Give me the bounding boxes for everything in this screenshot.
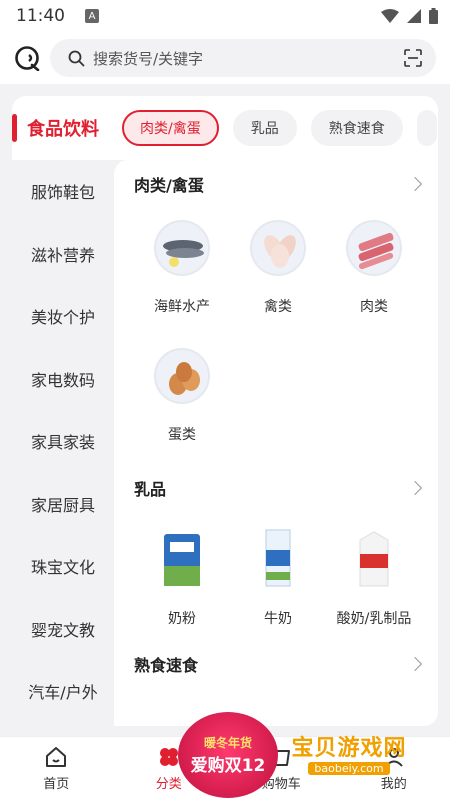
- chevron-right-icon: [407, 656, 423, 672]
- notification-icon: A: [85, 9, 99, 23]
- category-grid: 海鲜水产 禽类 肉类 蛋类: [134, 208, 438, 464]
- subcategory-tabs: 肉类/禽蛋 乳品 熟食速食: [114, 96, 438, 160]
- battery-icon: [429, 8, 438, 24]
- category-item-meat[interactable]: 肉类: [326, 208, 422, 336]
- tab-more[interactable]: [416, 110, 437, 146]
- sidebar-item-electronics[interactable]: 家电数码: [12, 348, 114, 411]
- sidebar-item-beauty[interactable]: 美妆个护: [12, 285, 114, 348]
- milk-powder-image: [154, 524, 210, 588]
- section-header-meat-eggs[interactable]: 肉类/禽蛋: [134, 160, 438, 208]
- category-panel: 食品饮料 服饰鞋包 滋补营养 美妆个护 家电数码 家具家装 家居厨具 珠宝文化 …: [12, 96, 438, 726]
- section-header-dairy[interactable]: 乳品: [134, 464, 438, 512]
- active-indicator: [12, 114, 17, 142]
- tab-meat-eggs[interactable]: 肉类/禽蛋: [122, 110, 219, 146]
- sidebar-item-furniture[interactable]: 家具家装: [12, 410, 114, 473]
- signal-icon: [407, 9, 421, 23]
- category-item-seafood[interactable]: 海鲜水产: [134, 208, 230, 336]
- section-title: 熟食速食: [134, 656, 199, 675]
- promo-subtitle: 暖冬年货: [203, 736, 252, 750]
- sidebar-item-kitchen[interactable]: 家居厨具: [12, 473, 114, 536]
- sidebar-item-label: 家居厨具: [30, 495, 95, 515]
- status-bar: 11:40 A: [0, 0, 450, 32]
- search-bar[interactable]: 搜索货号/关键字: [50, 39, 436, 77]
- promo-badge[interactable]: 暖冬年货 爱购双12: [178, 712, 278, 798]
- app-logo-icon[interactable]: [14, 45, 40, 71]
- watermark-title: 宝贝游戏网: [291, 736, 407, 761]
- search-input[interactable]: 搜索货号/关键字: [93, 48, 404, 69]
- sidebar-item-baby-pet[interactable]: 婴宠文教: [12, 598, 114, 661]
- nav-label: 分类: [155, 777, 182, 792]
- chevron-right-icon: [407, 480, 423, 496]
- sidebar-item-label: 家具家装: [30, 433, 95, 453]
- sidebar-item-jewelry[interactable]: 珠宝文化: [12, 535, 114, 598]
- subcategory-content: 肉类/禽蛋 海鲜水产 禽类 肉类 蛋类 乳品 奶粉 牛奶 酸奶/乳制品 熟食速食: [114, 160, 438, 726]
- sidebar-item-label: 婴宠文教: [30, 620, 95, 640]
- sidebar-item-label: 家电数码: [30, 370, 95, 390]
- sidebar-item-label: 滋补营养: [30, 245, 95, 265]
- section-title: 乳品: [134, 480, 167, 499]
- sidebar-item-apparel[interactable]: 服饰鞋包: [12, 160, 114, 223]
- section-header-deli[interactable]: 熟食速食: [134, 640, 438, 688]
- category-item-label: 牛奶: [264, 611, 292, 627]
- section-title: 肉类/禽蛋: [134, 176, 204, 195]
- sidebar-item-auto-outdoor[interactable]: 汽车/户外: [12, 660, 114, 723]
- sidebar-item-label: 服饰鞋包: [30, 183, 95, 203]
- promo-title: 爱购双12: [190, 756, 266, 776]
- sidebar-item-label: 美妆个护: [30, 308, 95, 328]
- tab-deli[interactable]: 熟食速食: [310, 110, 403, 146]
- category-item-label: 奶粉: [168, 611, 196, 627]
- home-icon: [46, 747, 67, 767]
- meat-image: [346, 220, 402, 276]
- watermark: 宝贝游戏网 baobeiy.com: [274, 730, 424, 780]
- yogurt-image: [346, 524, 402, 588]
- category-item-yogurt[interactable]: 酸奶/乳制品: [326, 512, 422, 640]
- nav-home[interactable]: 首页: [0, 737, 113, 800]
- category-item-label: 蛋类: [168, 427, 196, 443]
- header: 搜索货号/关键字: [0, 32, 450, 84]
- chevron-right-icon: [407, 176, 423, 192]
- category-grid: 奶粉 牛奶 酸奶/乳制品: [134, 512, 438, 640]
- category-item-milk[interactable]: 牛奶: [230, 512, 326, 640]
- seafood-image: [154, 220, 210, 276]
- sidebar-item-label: 食品饮料: [27, 119, 99, 140]
- nav-label: 首页: [43, 777, 70, 792]
- status-time: 11:40: [16, 6, 65, 26]
- category-item-milk-powder[interactable]: 奶粉: [134, 512, 230, 640]
- category-item-poultry[interactable]: 禽类: [230, 208, 326, 336]
- category-item-label: 禽类: [264, 299, 292, 315]
- watermark-url: baobeiy.com: [308, 762, 390, 775]
- sidebar-item-label: 汽车/户外: [28, 683, 98, 703]
- milk-image: [250, 524, 306, 588]
- scan-icon[interactable]: [404, 49, 422, 67]
- tab-dairy[interactable]: 乳品: [232, 110, 297, 146]
- sidebar-item-label: 珠宝文化: [30, 558, 95, 578]
- sidebar-item-food-drinks[interactable]: 食品饮料: [12, 96, 114, 160]
- wifi-icon: [381, 9, 399, 23]
- poultry-image: [250, 220, 306, 276]
- category-item-label: 酸奶/乳制品: [336, 611, 412, 627]
- category-sidebar: 食品饮料 服饰鞋包 滋补营养 美妆个护 家电数码 家具家装 家居厨具 珠宝文化 …: [12, 96, 114, 726]
- sidebar-item-nutrition[interactable]: 滋补营养: [12, 223, 114, 286]
- search-icon: [68, 50, 85, 66]
- category-item-label: 海鲜水产: [154, 299, 210, 315]
- category-item-eggs[interactable]: 蛋类: [134, 336, 230, 464]
- eggs-image: [154, 348, 210, 404]
- category-item-label: 肉类: [360, 299, 388, 315]
